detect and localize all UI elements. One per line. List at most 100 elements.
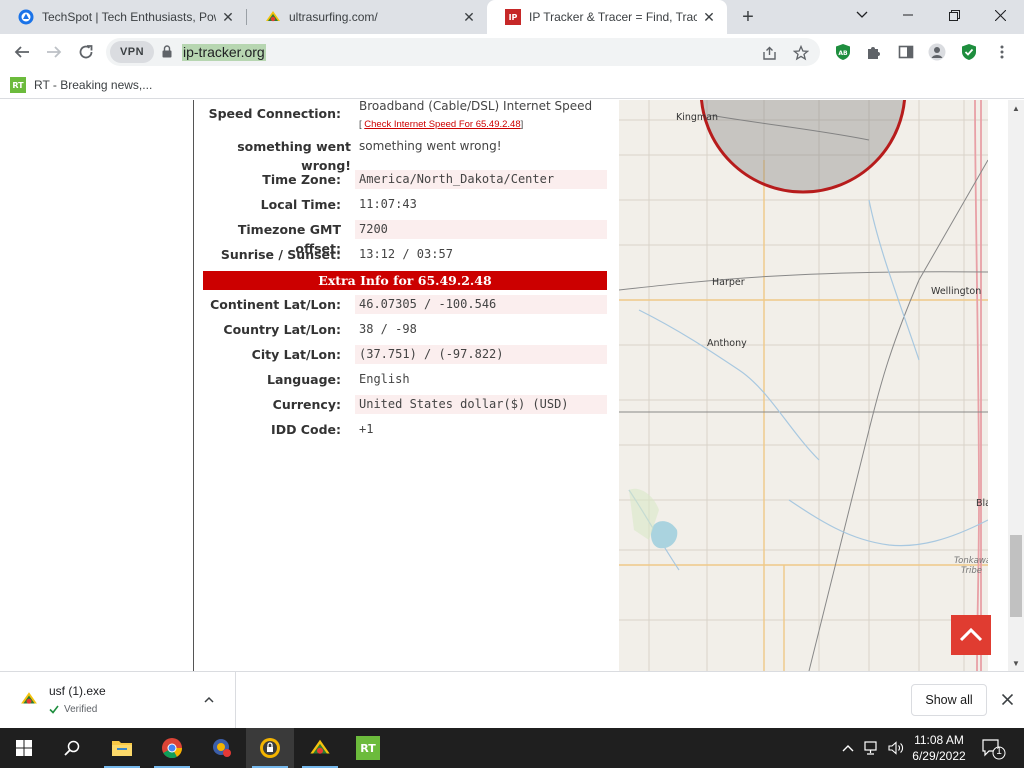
- vertical-scrollbar[interactable]: ▲ ▼: [1008, 100, 1024, 671]
- map-label-tonkawa: Tonkawa: [954, 556, 988, 566]
- adblock-shield-icon: AB: [836, 44, 850, 60]
- minimize-icon: [903, 14, 913, 16]
- side-panel-icon: [898, 45, 914, 59]
- vpn-shield-app-icon: [260, 738, 280, 758]
- download-options-button[interactable]: [204, 692, 214, 706]
- share-button[interactable]: [758, 42, 780, 64]
- map-label-kingman: Kingman: [676, 112, 719, 123]
- map-canvas[interactable]: [619, 100, 988, 671]
- download-status: Verified: [49, 704, 97, 715]
- system-clock[interactable]: 11:08 AM 6/29/2022: [908, 732, 970, 764]
- profile-avatar-icon: [928, 43, 946, 61]
- adblock-extension-button[interactable]: AB: [833, 42, 853, 62]
- new-tab-button[interactable]: +: [735, 5, 761, 29]
- network-button[interactable]: [862, 738, 882, 758]
- tab-ultrasurfing[interactable]: ultrasurfing.com/ ✕: [247, 0, 487, 34]
- language-label: Language:: [266, 372, 341, 387]
- scroll-down-arrow[interactable]: ▼: [1008, 655, 1024, 671]
- currency-value: United States dollar($) (USD): [355, 395, 607, 414]
- notification-center-button[interactable]: 1: [980, 736, 1006, 760]
- forward-arrow-icon: [47, 46, 62, 58]
- speed-connection-label: Speed Connection:: [208, 106, 341, 121]
- local-time-row: Local Time: 11:07:43: [203, 195, 607, 214]
- chevron-down-icon: [856, 11, 868, 18]
- chevron-up-icon: [204, 696, 214, 703]
- kebab-menu-icon: [1000, 45, 1004, 59]
- clock-time: 11:08 AM: [914, 733, 964, 747]
- download-item[interactable]: usf (1).exe Verified: [0, 672, 236, 728]
- reload-icon: [79, 45, 93, 59]
- taskbar-chrome[interactable]: [148, 728, 196, 768]
- close-tab-icon[interactable]: ✕: [697, 5, 721, 29]
- rt-icon: RT: [10, 77, 26, 93]
- svg-text:AB: AB: [838, 50, 848, 57]
- bookmark-rt[interactable]: RT RT - Breaking news,...: [10, 75, 152, 95]
- tab-techspot[interactable]: TechSpot | Tech Enthusiasts, Pow ✕: [0, 0, 246, 34]
- address-bar[interactable]: VPN ip-tracker.org: [106, 38, 820, 66]
- sunrise-sunset-row: Sunrise / Sunset: 13:12 / 03:57: [203, 245, 607, 264]
- content-border: [193, 100, 194, 671]
- taskbar-vpn-app[interactable]: [246, 728, 294, 768]
- map-label-harper: Harper: [712, 277, 745, 288]
- continent-latlon-value: 46.07305 / -100.546: [355, 295, 607, 314]
- gmt-offset-value: 7200: [355, 220, 607, 239]
- country-latlon-row: Country Lat/Lon: 38 / -98: [203, 320, 607, 339]
- city-latlon-value: (37.751) / (-97.822): [355, 345, 607, 364]
- show-hidden-icons-button[interactable]: [838, 738, 858, 758]
- tab-search-button[interactable]: [839, 0, 885, 30]
- map-label-wellington: Wellington: [931, 286, 982, 297]
- search-button[interactable]: [48, 728, 96, 768]
- folder-icon: [112, 741, 132, 756]
- chrome-menu-button[interactable]: [992, 42, 1012, 62]
- restore-button[interactable]: [931, 0, 977, 30]
- notification-count: 1: [996, 746, 1002, 757]
- taskbar-file-explorer[interactable]: [98, 728, 146, 768]
- windows-logo-icon: [16, 740, 32, 756]
- close-tab-icon[interactable]: ✕: [457, 5, 481, 29]
- checkmark-icon: [49, 705, 59, 714]
- volume-button[interactable]: [886, 738, 906, 758]
- url-text[interactable]: ip-tracker.org: [182, 44, 266, 61]
- close-tab-icon[interactable]: ✕: [216, 5, 240, 29]
- taskbar-rt-app[interactable]: RT: [344, 728, 392, 768]
- lock-icon[interactable]: [162, 45, 172, 58]
- side-panel-button[interactable]: [896, 42, 916, 62]
- taskbar-ultrasurf[interactable]: [296, 728, 344, 768]
- restore-icon: [948, 9, 960, 21]
- network-icon: [864, 741, 877, 755]
- error-row: something went wrong! something went wro…: [203, 137, 607, 173]
- minimize-button[interactable]: [885, 0, 931, 30]
- tab-title: TechSpot | Tech Enthusiasts, Pow: [42, 10, 216, 24]
- show-all-button[interactable]: Show all: [911, 684, 987, 716]
- idd-code-label: IDD Code:: [271, 422, 341, 437]
- close-window-button[interactable]: [977, 0, 1023, 30]
- bookmark-star-button[interactable]: [790, 42, 812, 64]
- reload-button[interactable]: [72, 38, 100, 66]
- scrollbar-thumb[interactable]: [1010, 535, 1022, 617]
- country-latlon-value: 38 / -98: [359, 322, 417, 336]
- forward-button[interactable]: [40, 38, 68, 66]
- continent-latlon-row: Continent Lat/Lon: 46.07305 / -100.546: [203, 295, 607, 314]
- profile-button[interactable]: [927, 42, 947, 62]
- link-bracket-close: ]: [520, 119, 524, 130]
- back-to-top-button[interactable]: [951, 615, 991, 655]
- close-icon: [994, 9, 1006, 21]
- scroll-up-arrow[interactable]: ▲: [1008, 100, 1024, 116]
- chevron-up-icon: [959, 628, 983, 642]
- globe-app-icon: [213, 739, 231, 757]
- tab-ip-tracker[interactable]: IP IP Tracker & Tracer = Find, Track ✕: [487, 0, 727, 34]
- check-speed-link[interactable]: Check Internet Speed For 65.49.2.48: [364, 119, 520, 130]
- download-shelf: usf (1).exe Verified Show all: [0, 671, 1024, 728]
- extensions-button[interactable]: [864, 42, 884, 62]
- green-shield-check-icon: [962, 44, 976, 60]
- error-value: something went wrong!: [359, 139, 502, 153]
- start-button[interactable]: [0, 728, 48, 768]
- security-extension-button[interactable]: [959, 42, 979, 62]
- close-download-shelf-button[interactable]: [997, 689, 1017, 709]
- search-icon: [64, 740, 80, 756]
- vpn-badge[interactable]: VPN: [110, 41, 154, 63]
- location-map[interactable]: Kingman Harper Wellington Anthony Bla To…: [619, 100, 988, 671]
- back-arrow-icon: [14, 46, 29, 58]
- taskbar-app-globe[interactable]: [198, 728, 246, 768]
- back-button[interactable]: [8, 38, 36, 66]
